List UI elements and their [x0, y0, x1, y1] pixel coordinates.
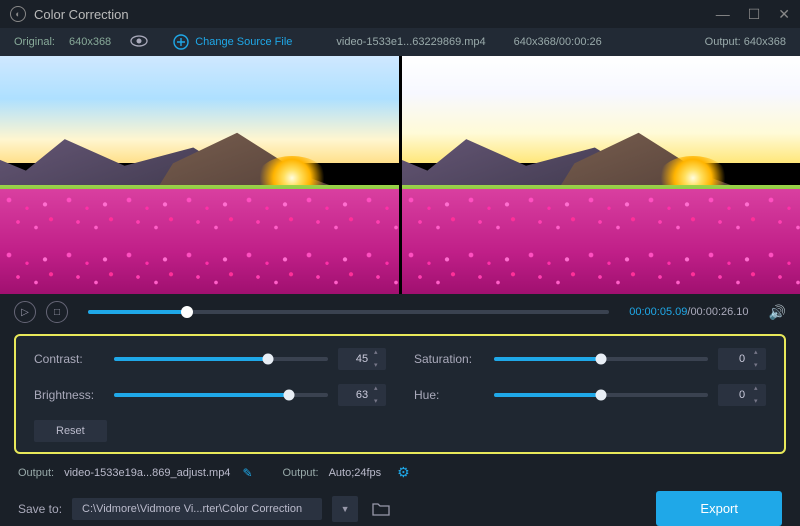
export-button[interactable]: Export [656, 491, 782, 526]
edit-output-icon[interactable]: ✎ [242, 466, 252, 480]
seek-thumb[interactable] [181, 306, 193, 318]
output-label: Output: [705, 36, 741, 48]
minimize-button[interactable]: — [716, 6, 730, 23]
hue-slider[interactable] [494, 393, 708, 397]
save-row: Save to: C:\Vidmore\Vidmore Vi...rter\Co… [0, 485, 800, 526]
contrast-input[interactable]: 45▴▾ [338, 348, 386, 370]
change-source-button[interactable]: Change Source File [173, 34, 292, 50]
seek-slider[interactable] [88, 310, 609, 314]
spin-down-icon[interactable]: ▾ [374, 362, 384, 369]
playback-bar: ▷ □ 00:00:05.09/00:00:26.10 🔊 [0, 294, 800, 330]
titlebar: ◐ Color Correction — ☐ ✕ [0, 0, 800, 28]
play-button[interactable]: ▷ [14, 301, 36, 323]
browse-folder-icon[interactable] [368, 496, 394, 522]
brightness-slider[interactable] [114, 393, 328, 397]
save-to-label: Save to: [18, 502, 62, 516]
volume-icon[interactable]: 🔊 [769, 304, 786, 321]
stop-button[interactable]: □ [46, 301, 68, 323]
preview-area [0, 56, 800, 294]
time-display: 00:00:05.09/00:00:26.10 [629, 306, 748, 318]
hue-label: Hue: [414, 388, 484, 402]
plus-circle-icon [173, 34, 189, 50]
info-bar: Original: 640x368 Change Source File vid… [0, 28, 800, 56]
output-format-label: Output: [283, 467, 319, 479]
source-filename: video-1533e1...63229869.mp4 [336, 36, 485, 48]
preview-output [402, 56, 800, 294]
settings-icon[interactable]: ⚙ [397, 464, 410, 481]
spin-up-icon[interactable]: ▴ [374, 349, 384, 356]
app-logo-icon: ◐ [10, 6, 26, 22]
color-correction-panel: Contrast: 45▴▾ Saturation: 0▴▾ Brightnes… [14, 334, 786, 454]
brightness-label: Brightness: [34, 388, 104, 402]
window-title: Color Correction [34, 7, 129, 22]
close-button[interactable]: ✕ [778, 6, 790, 23]
saturation-label: Saturation: [414, 352, 484, 366]
saturation-input[interactable]: 0▴▾ [718, 348, 766, 370]
current-time: 00:00:05.09 [629, 306, 687, 318]
source-dims-duration: 640x368/00:00:26 [514, 36, 602, 48]
original-dims: 640x368 [69, 36, 111, 48]
contrast-slider[interactable] [114, 357, 328, 361]
output-dims: 640x368 [744, 36, 786, 48]
output-format-value: Auto;24fps [329, 467, 382, 479]
save-path-field[interactable]: C:\Vidmore\Vidmore Vi...rter\Color Corre… [72, 498, 322, 520]
hue-input[interactable]: 0▴▾ [718, 384, 766, 406]
preview-original [0, 56, 399, 294]
output-settings-row: Output: video-1533e19a...869_adjust.mp4 … [0, 460, 800, 485]
preview-toggle-icon[interactable] [129, 34, 149, 50]
reset-button[interactable]: Reset [34, 420, 107, 442]
original-label: Original: [14, 36, 55, 48]
path-dropdown-button[interactable]: ▼ [332, 496, 358, 522]
contrast-label: Contrast: [34, 352, 104, 366]
output-file-value: video-1533e19a...869_adjust.mp4 [64, 467, 230, 479]
brightness-input[interactable]: 63▴▾ [338, 384, 386, 406]
maximize-button[interactable]: ☐ [748, 6, 761, 23]
saturation-slider[interactable] [494, 357, 708, 361]
output-file-label: Output: [18, 467, 54, 479]
total-time: 00:00:26.10 [690, 306, 748, 318]
